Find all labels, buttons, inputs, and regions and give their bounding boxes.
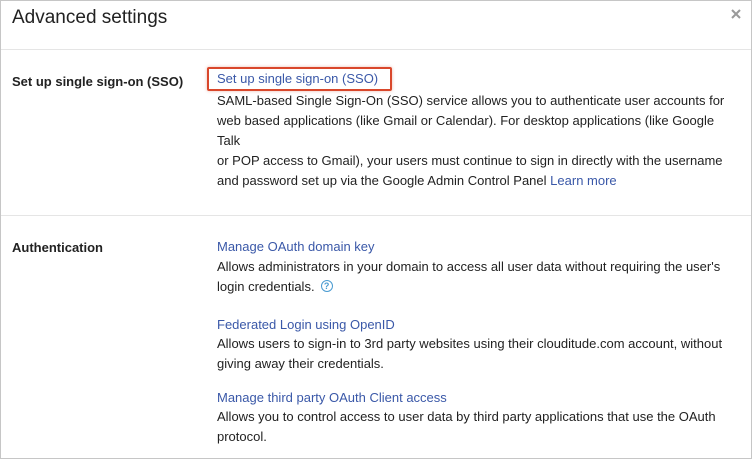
description-text: login credentials. <box>217 279 315 294</box>
help-icon[interactable]: ? <box>320 280 333 292</box>
header-divider <box>1 49 751 50</box>
setup-sso-link[interactable]: Set up single sign-on (SSO) <box>217 71 378 86</box>
sso-description-line: or POP access to Gmail), your users must… <box>217 153 723 168</box>
description-line: Allows administrators in your domain to … <box>217 259 721 274</box>
manage-oauth-domain-key-link[interactable]: Manage OAuth domain key <box>217 239 375 254</box>
description-line: protocol. <box>217 429 267 444</box>
federated-login-openid-link[interactable]: Federated Login using OpenID <box>217 317 395 332</box>
federated-login-description: Allows users to sign-in to 3rd party web… <box>217 334 737 374</box>
sso-description-line: web based applications (like Gmail or Ca… <box>217 113 715 148</box>
third-party-oauth-description: Allows you to control access to user dat… <box>217 407 737 447</box>
sso-description-line: SAML-based Single Sign-On (SSO) service … <box>217 93 725 108</box>
description-line: giving away their credentials. <box>217 356 384 371</box>
description-line: login credentials.? <box>217 277 737 297</box>
section-divider <box>1 215 751 216</box>
sso-description-text: and password set up via the Google Admin… <box>217 173 547 188</box>
dialog-title: Advanced settings <box>12 7 168 28</box>
dialog-header: Advanced settings <box>1 1 751 49</box>
authentication-section-label: Authentication <box>12 240 103 255</box>
oauth-domain-key-description: Allows administrators in your domain to … <box>217 257 737 297</box>
learn-more-link[interactable]: Learn more <box>550 173 616 188</box>
description-line: Allows users to sign-in to 3rd party web… <box>217 336 723 351</box>
description-line: Allows you to control access to user dat… <box>217 409 716 424</box>
advanced-settings-dialog: Advanced settings Set up single sign-on … <box>0 0 752 459</box>
close-icon[interactable] <box>729 7 743 21</box>
sso-description-line: and password set up via the Google Admin… <box>217 171 737 191</box>
sso-section-label: Set up single sign-on (SSO) <box>12 74 184 89</box>
sso-description: SAML-based Single Sign-On (SSO) service … <box>217 91 737 191</box>
manage-third-party-oauth-link[interactable]: Manage third party OAuth Client access <box>217 390 447 405</box>
